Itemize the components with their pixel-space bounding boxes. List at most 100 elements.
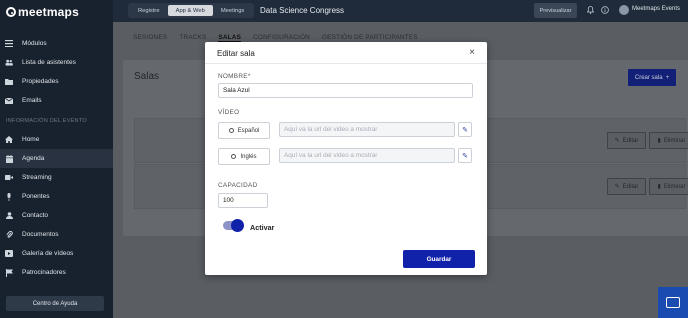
sidebar-item-agenda[interactable]: Agenda	[0, 149, 113, 168]
sidebar-item-label: Propiedades	[22, 78, 59, 85]
sidebar-item-home[interactable]: Home	[0, 130, 113, 149]
microphone-icon	[5, 192, 13, 201]
subtab-gestion-participantes[interactable]: GESTIÓN DE PARTICIPANTES	[322, 34, 418, 42]
sidebar-item-label: Ponentes	[22, 193, 50, 200]
language-label: Español	[237, 127, 260, 134]
edit-icon: ✎	[614, 138, 620, 144]
sidebar-item-contacto[interactable]: Contacto	[0, 206, 113, 225]
event-title: Data Science Congress	[260, 6, 345, 15]
sidebar-item-label: Patrocinadores	[22, 269, 66, 276]
delete-label: Eliminar	[663, 183, 686, 190]
sidebar-item-streaming[interactable]: Streaming	[0, 168, 113, 187]
sidebar-item-label: Módulos	[22, 40, 47, 47]
subtab-tracks[interactable]: TRACKS	[179, 34, 206, 42]
preview-button[interactable]: Previsualizar	[534, 3, 577, 18]
create-room-label: Crear sala	[634, 74, 663, 81]
top-tab-group: Registre App & Web Meetings	[128, 3, 255, 18]
subtabs: SESIONES TRACKS SALAS CONFIGURACIÓN GEST…	[133, 34, 430, 42]
sidebar-item-label: Home	[22, 136, 40, 143]
plus-icon: +	[665, 74, 670, 81]
calendar-icon	[5, 154, 13, 163]
edit-label: Editar	[622, 183, 639, 190]
chat-button[interactable]	[658, 287, 688, 318]
capacity-label: CAPACIDAD	[218, 182, 258, 189]
logo-icon	[6, 7, 16, 17]
top-bar: Registre App & Web Meetings Data Science…	[113, 0, 688, 22]
video-label: VÍDEO	[218, 109, 240, 116]
contact-icon	[5, 212, 13, 220]
sidebar-item-asistentes[interactable]: Lista de asistentes	[0, 53, 113, 72]
sidebar-item-documentos[interactable]: Documentos	[0, 225, 113, 244]
sidebar-item-ponentes[interactable]: Ponentes	[0, 187, 113, 206]
trash-icon: ▮	[657, 184, 661, 190]
sidebar-item-modulos[interactable]: Módulos	[0, 34, 113, 53]
chat-icon	[666, 297, 680, 308]
language-label: Inglés	[240, 153, 257, 160]
edit-icon[interactable]: ✎	[458, 148, 472, 163]
video-url-input-ingles[interactable]: Aquí va la url del video a mostrar	[279, 148, 455, 163]
create-room-button[interactable]: Crear sala +	[628, 69, 676, 86]
sidebar-item-label: Lista de asistentes	[22, 59, 76, 66]
paperclip-icon	[5, 230, 13, 239]
sidebar-item-label: Streaming	[22, 174, 52, 181]
edit-room-modal: Editar sala × NOMBRE* Sala Azul VÍDEO Es…	[205, 42, 487, 275]
close-icon[interactable]: ×	[467, 47, 477, 58]
sidebar-item-galeria[interactable]: Galería de vídeos	[0, 244, 113, 263]
sidebar-item-label: Emails	[22, 97, 42, 104]
globe-icon	[228, 128, 234, 133]
flag-icon	[5, 268, 13, 277]
subtab-configuracion[interactable]: CONFIGURACIÓN	[253, 34, 310, 42]
home-icon	[5, 136, 13, 144]
edit-label: Editar	[622, 137, 639, 144]
sidebar-item-propiedades[interactable]: Propiedades	[0, 72, 113, 91]
page-title: Salas	[134, 71, 160, 82]
sidebar-item-label: Contacto	[22, 212, 49, 219]
activate-label: Activar	[250, 223, 275, 232]
name-field[interactable]: Sala Azul	[218, 83, 473, 98]
save-button[interactable]: Guardar	[403, 250, 475, 268]
logo[interactable]: meetmaps	[6, 5, 79, 19]
edit-icon: ✎	[614, 184, 620, 190]
bell-icon[interactable]	[586, 6, 594, 14]
delete-label: Eliminar	[663, 137, 686, 144]
tab-app-web[interactable]: App & Web	[167, 5, 213, 16]
logo-text: meetmaps	[18, 5, 79, 19]
delete-button[interactable]: ▮ Eliminar	[649, 178, 688, 195]
trash-icon: ▮	[657, 138, 661, 144]
edit-icon[interactable]: ✎	[458, 122, 472, 137]
name-label: NOMBRE*	[218, 73, 251, 80]
video-url-input-espanol[interactable]: Aquí va la url del video a mostrar	[279, 122, 455, 137]
mail-icon	[5, 97, 13, 105]
sidebar: meetmaps Módulos Lista de asistentes Pro…	[0, 0, 113, 318]
activate-toggle[interactable]	[223, 219, 244, 232]
sidebar-item-label: Agenda	[22, 155, 45, 162]
language-button-ingles[interactable]: Inglés	[218, 148, 270, 165]
globe-icon	[231, 154, 237, 159]
tab-registre[interactable]: Registre	[130, 3, 168, 18]
help-center-button[interactable]: Centro de Ayuda	[6, 296, 104, 311]
folder-icon	[5, 78, 13, 86]
delete-button[interactable]: ▮ Eliminar	[649, 132, 688, 149]
users-icon	[5, 59, 13, 67]
sidebar-item-patrocinadores[interactable]: Patrocinadores	[0, 263, 113, 282]
sidebar-section-title: INFORMACIÓN DEL EVENTO	[6, 118, 87, 124]
edit-button[interactable]: ✎ Editar	[607, 132, 646, 149]
sidebar-item-label: Documentos	[22, 231, 59, 238]
streaming-icon	[5, 174, 13, 182]
modal-divider	[205, 63, 487, 64]
edit-button[interactable]: ✎ Editar	[607, 178, 646, 195]
subtab-salas[interactable]: SALAS	[218, 34, 242, 42]
avatar[interactable]	[619, 5, 629, 15]
subtab-sesiones[interactable]: SESIONES	[133, 34, 167, 42]
sidebar-item-label: Galería de vídeos	[22, 250, 74, 257]
sidebar-item-emails[interactable]: Emails	[0, 91, 113, 110]
capacity-field[interactable]: 100	[218, 193, 268, 208]
toggle-knob	[231, 219, 244, 232]
video-icon	[5, 250, 13, 258]
modal-title: Editar sala	[217, 49, 255, 58]
tab-meetings[interactable]: Meetings	[213, 3, 253, 18]
user-name[interactable]: Meetmaps Events	[632, 6, 680, 12]
menu-icon	[5, 40, 13, 48]
language-button-espanol[interactable]: Español	[218, 122, 270, 139]
info-icon[interactable]	[601, 6, 609, 14]
